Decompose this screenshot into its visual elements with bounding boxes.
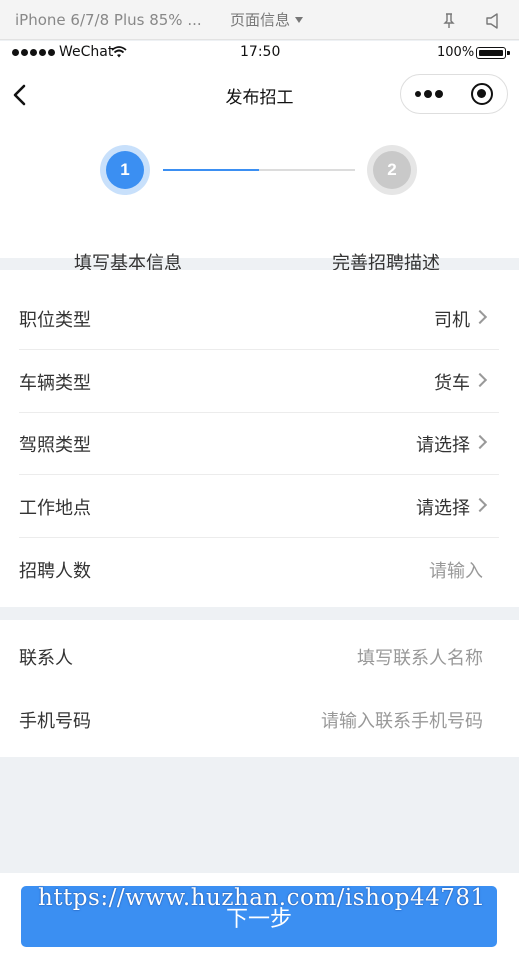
simulator-toolbar: iPhone 6/7/8 Plus 85% ... 页面信息	[0, 0, 519, 40]
carrier-name: WeChat	[59, 44, 114, 60]
more-icon[interactable]	[415, 75, 445, 113]
job-type-row[interactable]: 职位类型 司机	[19, 288, 499, 350]
signal-icon	[12, 49, 55, 56]
wifi-icon	[111, 46, 127, 58]
close-miniprogram-icon[interactable]	[471, 83, 493, 105]
step-2-circle: 2	[367, 145, 417, 195]
page-info-label: 页面信息	[230, 11, 291, 29]
step-1-circle: 1	[100, 145, 150, 195]
contact-section: 联系人 填写联系人名称 手机号码 请输入联系手机号码	[0, 620, 519, 757]
license-type-label: 驾照类型	[19, 435, 91, 456]
caret-down-icon	[295, 17, 304, 23]
step-progress-line	[163, 169, 355, 171]
phone-input[interactable]: 请输入联系手机号码	[321, 707, 483, 733]
work-location-label: 工作地点	[19, 498, 91, 519]
step-1-number: 1	[106, 151, 144, 189]
phone-screen: WeChat 17:50 100% 发布招工 1 2 填写基本信息 完善招聘描述…	[0, 41, 519, 963]
license-type-value: 请选择	[416, 435, 470, 456]
chevron-right-icon	[472, 497, 488, 513]
chevron-right-icon	[472, 434, 488, 450]
vehicle-type-value: 货车	[434, 373, 470, 394]
contact-name-input[interactable]: 填写联系人名称	[357, 644, 483, 670]
contact-label: 联系人	[19, 648, 73, 669]
next-step-button[interactable]: 下一步	[21, 886, 497, 947]
menu-capsule	[400, 74, 508, 114]
headcount-row: 招聘人数 请输入	[19, 539, 499, 601]
pin-icon[interactable]	[440, 12, 458, 30]
headcount-input[interactable]: 请输入	[429, 557, 483, 583]
step-indicator: 1 2 填写基本信息 完善招聘描述	[0, 125, 519, 274]
status-bar: WeChat 17:50 100%	[0, 41, 519, 65]
headcount-label: 招聘人数	[19, 561, 91, 582]
navigation-bar: 发布招工	[0, 65, 519, 125]
phone-row: 手机号码 请输入联系手机号码	[19, 689, 499, 751]
vehicle-type-label: 车辆类型	[19, 373, 91, 394]
vehicle-type-row[interactable]: 车辆类型 货车	[19, 351, 499, 413]
device-selector[interactable]: iPhone 6/7/8 Plus 85% ...	[15, 0, 202, 40]
work-location-row[interactable]: 工作地点 请选择	[19, 476, 499, 538]
bottom-action-bar: 下一步 https://www.huzhan.com/ishop44781	[0, 873, 519, 963]
phone-label: 手机号码	[19, 711, 91, 732]
license-type-row[interactable]: 驾照类型 请选择	[19, 413, 499, 475]
speaker-icon[interactable]	[484, 12, 504, 30]
chevron-right-icon	[472, 309, 488, 325]
work-location-value: 请选择	[416, 498, 470, 519]
job-type-value: 司机	[434, 310, 470, 331]
step-progress-fill	[163, 169, 259, 171]
status-time: 17:50	[240, 44, 281, 60]
page-info-menu[interactable]: 页面信息	[230, 0, 304, 40]
battery-percent: 100%	[437, 45, 475, 60]
job-info-section: 职位类型 司机 车辆类型 货车 驾照类型 请选择 工作地点 请选择 招聘人数 请…	[0, 270, 519, 607]
step-2-number: 2	[373, 151, 411, 189]
battery-icon	[476, 47, 510, 59]
chevron-right-icon	[472, 372, 488, 388]
contact-row: 联系人 填写联系人名称	[19, 626, 499, 688]
job-type-label: 职位类型	[19, 310, 91, 331]
